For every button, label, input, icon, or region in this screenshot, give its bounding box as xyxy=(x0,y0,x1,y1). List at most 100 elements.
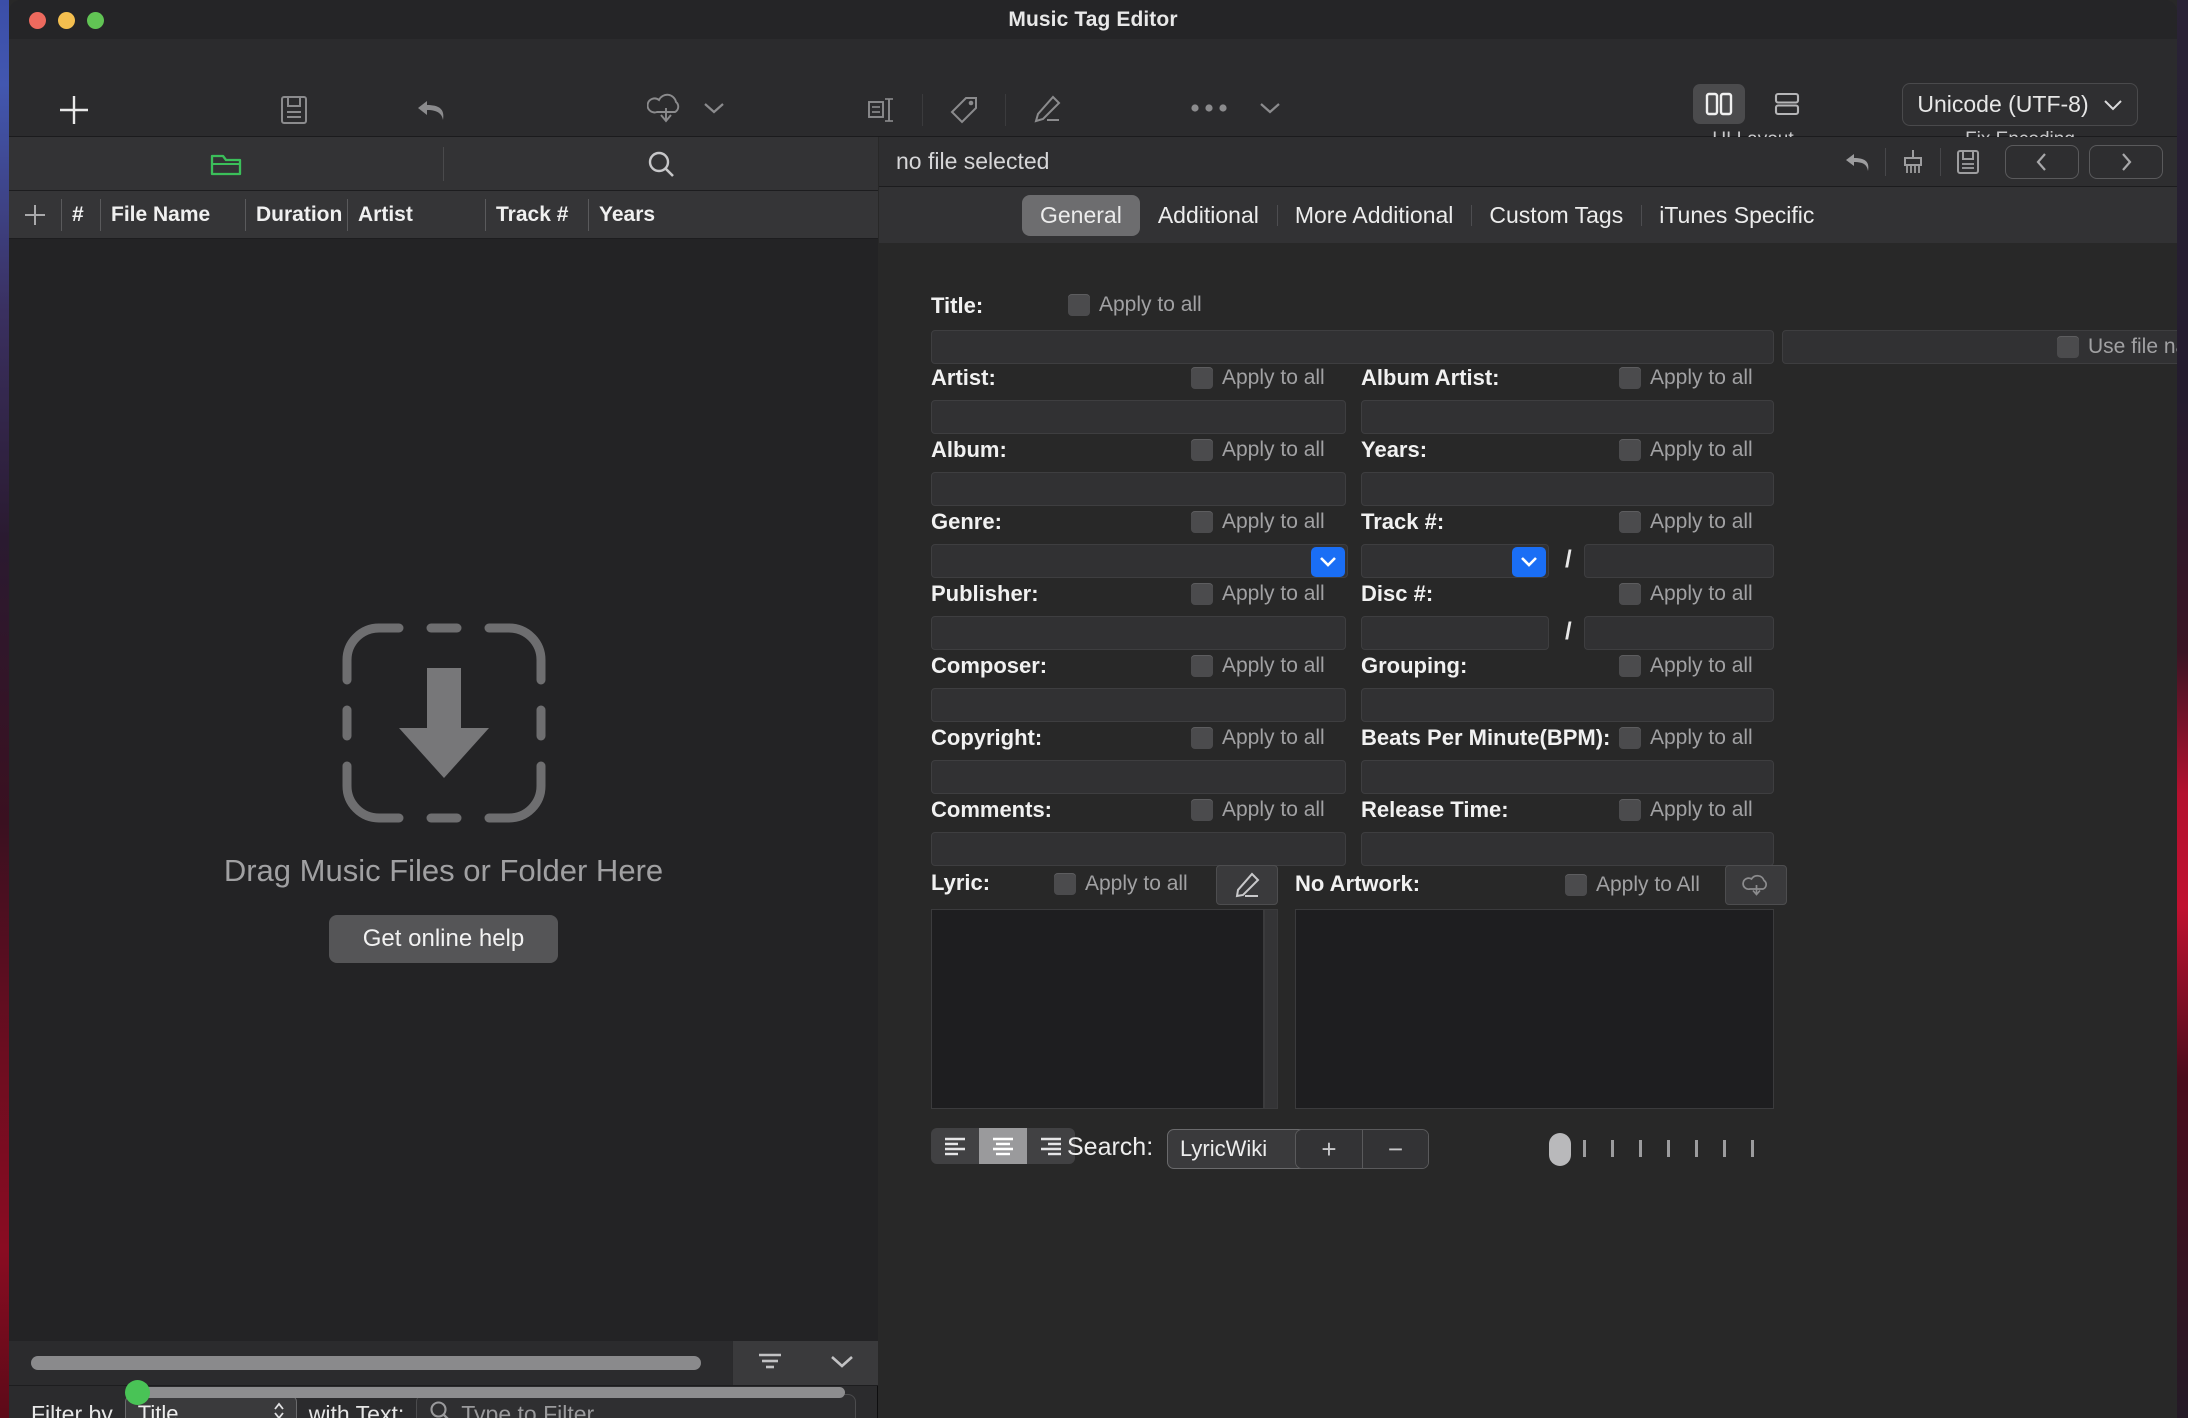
player-seek-handle[interactable] xyxy=(125,1380,150,1405)
horizontal-scrollbar[interactable] xyxy=(31,1356,701,1370)
file-list-search-button[interactable] xyxy=(444,137,878,191)
artwork-remove-button[interactable]: − xyxy=(1362,1130,1428,1168)
publisher-input[interactable] xyxy=(931,616,1346,650)
tab-custom-tags[interactable]: Custom Tags xyxy=(1471,195,1641,236)
publisher-apply-to-all[interactable]: Apply to all xyxy=(1191,582,1325,606)
copyright-apply-checkbox[interactable] xyxy=(1191,727,1213,749)
album-input[interactable] xyxy=(931,472,1346,506)
column-header-years[interactable]: Years xyxy=(588,191,698,239)
artist-input[interactable] xyxy=(931,400,1346,434)
years-apply-to-all[interactable]: Apply to all xyxy=(1619,438,1753,462)
years-input[interactable] xyxy=(1361,472,1774,506)
grouping-input[interactable] xyxy=(1361,688,1774,722)
get-online-help-button[interactable]: Get online help xyxy=(328,914,559,963)
save-icon[interactable] xyxy=(1941,137,1995,187)
player-seek-track[interactable] xyxy=(127,1387,845,1398)
album-artist-apply-to-all[interactable]: Apply to all xyxy=(1619,366,1753,390)
chevron-down-icon-4[interactable] xyxy=(829,1353,855,1374)
track-total-input[interactable] xyxy=(1584,544,1774,578)
chevron-down-icon-2[interactable] xyxy=(1259,101,1281,120)
comments-apply-to-all[interactable]: Apply to all xyxy=(1191,798,1325,822)
track-apply-to-all[interactable]: Apply to all xyxy=(1619,510,1753,534)
track-apply-checkbox[interactable] xyxy=(1619,511,1641,533)
tag-icon[interactable] xyxy=(927,94,1001,126)
artwork-download-button[interactable] xyxy=(1725,865,1787,905)
comments-input[interactable] xyxy=(931,832,1346,866)
layout-stacked-button[interactable] xyxy=(1761,84,1813,124)
open-folder-button[interactable] xyxy=(9,137,443,191)
column-header-file-name[interactable]: File Name xyxy=(100,191,245,239)
artist-apply-to-all[interactable]: Apply to all xyxy=(1191,366,1325,390)
genre-apply-checkbox[interactable] xyxy=(1191,511,1213,533)
column-header-artist[interactable]: Artist xyxy=(347,191,485,239)
previous-file-button[interactable] xyxy=(2005,145,2079,179)
disc-apply-checkbox[interactable] xyxy=(1619,583,1641,605)
chevron-down-icon[interactable] xyxy=(703,101,725,120)
tab-itunes-specific[interactable]: iTunes Specific xyxy=(1641,195,1832,236)
tab-general[interactable]: General xyxy=(1022,194,1140,236)
artwork-apply-checkbox[interactable] xyxy=(1565,874,1587,896)
album-artist-apply-checkbox[interactable] xyxy=(1619,367,1641,389)
years-apply-checkbox[interactable] xyxy=(1619,439,1641,461)
align-left-button[interactable] xyxy=(931,1128,979,1164)
rename-fields-icon[interactable] xyxy=(844,94,918,126)
comments-apply-checkbox[interactable] xyxy=(1191,799,1213,821)
track-number-combobox[interactable] xyxy=(1361,544,1549,578)
disc-number-input[interactable] xyxy=(1361,616,1549,650)
genre-dropdown-chevron-icon[interactable] xyxy=(1311,547,1345,577)
encoding-dropdown[interactable]: Unicode (UTF-8) xyxy=(1884,81,2156,127)
use-file-name-checkbox[interactable] xyxy=(2057,336,2079,358)
artwork-zoom-slider[interactable] xyxy=(1549,1129,1781,1167)
lyric-apply-to-all[interactable]: Apply to all xyxy=(1054,872,1188,896)
revert-icon[interactable] xyxy=(1831,137,1885,187)
filter-sort-icon[interactable] xyxy=(756,1350,784,1377)
copyright-input[interactable] xyxy=(931,760,1346,794)
grouping-apply-to-all[interactable]: Apply to all xyxy=(1619,654,1753,678)
lyric-scrollbar[interactable] xyxy=(1264,909,1278,1109)
genre-apply-to-all[interactable]: Apply to all xyxy=(1191,510,1325,534)
composer-input[interactable] xyxy=(931,688,1346,722)
artwork-apply-to-all[interactable]: Apply to All xyxy=(1565,873,1700,897)
bpm-apply-checkbox[interactable] xyxy=(1619,727,1641,749)
add-file-button[interactable] xyxy=(9,202,61,228)
album-artist-input[interactable] xyxy=(1361,400,1774,434)
album-apply-checkbox[interactable] xyxy=(1191,439,1213,461)
layout-side-by-side-button[interactable] xyxy=(1693,84,1745,124)
file-drop-area[interactable]: Drag Music Files or Folder Here Get onli… xyxy=(9,239,878,1341)
lyric-edit-button[interactable] xyxy=(1216,865,1278,905)
artwork-preview[interactable] xyxy=(1295,909,1774,1109)
edit-pencil-icon[interactable] xyxy=(1010,94,1084,126)
column-header-track[interactable]: Track # xyxy=(485,191,588,239)
artwork-add-button[interactable]: + xyxy=(1296,1130,1362,1168)
title-apply-to-all[interactable]: Apply to all xyxy=(1068,293,1202,317)
tab-additional[interactable]: Additional xyxy=(1140,195,1277,236)
filter-by-select[interactable]: Title xyxy=(124,1395,297,1418)
lyric-apply-checkbox[interactable] xyxy=(1054,873,1076,895)
artwork-zoom-slider-handle[interactable] xyxy=(1549,1133,1571,1166)
copyright-apply-to-all[interactable]: Apply to all xyxy=(1191,726,1325,750)
tab-more-additional[interactable]: More Additional xyxy=(1276,195,1472,236)
title-apply-checkbox[interactable] xyxy=(1068,294,1090,316)
disc-total-input[interactable] xyxy=(1584,616,1774,650)
composer-apply-to-all[interactable]: Apply to all xyxy=(1191,654,1325,678)
grouping-apply-checkbox[interactable] xyxy=(1619,655,1641,677)
release-time-apply-to-all[interactable]: Apply to all xyxy=(1619,798,1753,822)
align-center-button[interactable] xyxy=(979,1128,1027,1164)
next-file-button[interactable] xyxy=(2089,145,2163,179)
track-dropdown-chevron-icon[interactable] xyxy=(1512,547,1546,577)
disc-apply-to-all[interactable]: Apply to all xyxy=(1619,582,1753,606)
bpm-input[interactable] xyxy=(1361,760,1774,794)
clear-brush-icon[interactable] xyxy=(1886,137,1940,187)
genre-combobox[interactable] xyxy=(931,544,1348,578)
composer-apply-checkbox[interactable] xyxy=(1191,655,1213,677)
column-header-duration[interactable]: Duration xyxy=(245,191,347,239)
title-input[interactable] xyxy=(931,330,1774,364)
use-file-name-option[interactable]: Use file name xyxy=(2057,335,2188,359)
publisher-apply-checkbox[interactable] xyxy=(1191,583,1213,605)
album-apply-to-all[interactable]: Apply to all xyxy=(1191,438,1325,462)
encoding-select[interactable]: Unicode (UTF-8) xyxy=(1902,82,2138,126)
column-header-index[interactable]: # xyxy=(61,191,100,239)
lyric-textarea[interactable] xyxy=(931,909,1264,1109)
release-time-input[interactable] xyxy=(1361,832,1774,866)
artist-apply-checkbox[interactable] xyxy=(1191,367,1213,389)
